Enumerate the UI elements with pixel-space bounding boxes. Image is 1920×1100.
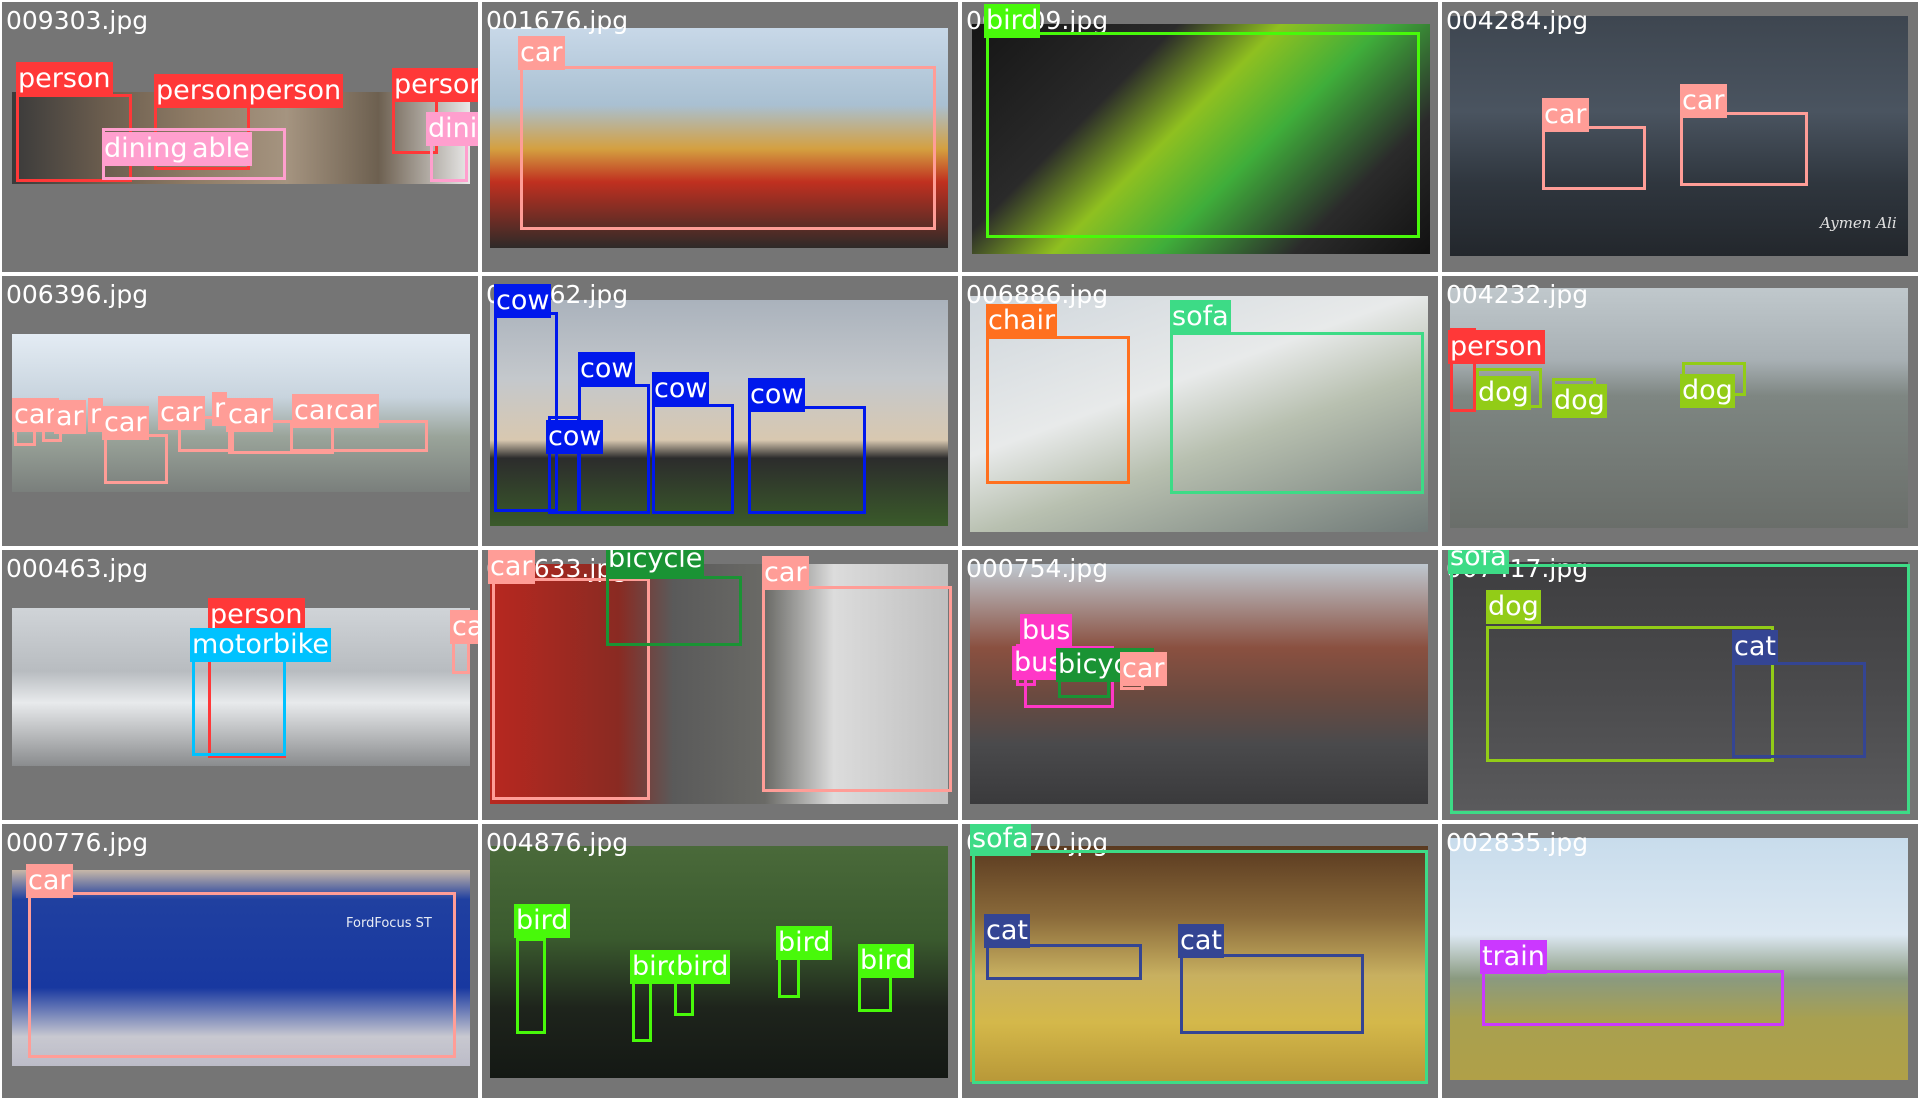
detection-label: car [26,864,73,898]
detection-box [986,944,1142,980]
detection-label: motorbike [190,628,331,662]
detection-label: car [158,396,205,430]
detection-label: bicycle [606,550,705,576]
detection-box [1486,626,1774,762]
detection-label: able [190,132,252,166]
detection-label: cow [748,378,806,412]
detection-label: car [332,394,379,428]
tile-filename: 000463.jpg [6,554,149,583]
tile-filename: 001676.jpg [486,6,629,35]
detection-label: bird [858,944,915,978]
detection-label: dog [1680,374,1735,408]
detection-label: car [102,406,149,440]
tile-002862: 002862.jpg cow cow cow cow cow [482,276,958,546]
detection-label: train [1480,940,1547,974]
detection-label: ar [54,400,86,434]
tile-filename: 004876.jpg [486,828,629,857]
detection-label: diningtable [426,112,478,146]
tile-filename: 004284.jpg [1446,6,1589,35]
detection-box [652,404,734,514]
detection-label: person [392,68,478,102]
detection-label: cat [984,914,1030,948]
detection-label: car [12,398,59,432]
detection-label: car [488,550,535,584]
detection-label: dog [1552,384,1607,418]
detection-box [520,66,936,230]
detection-label: cow [494,284,552,318]
detection-label: r [212,392,228,426]
tile-006396: 006396.jpg car ar r car car r car car ca… [2,276,478,546]
tile-004284: 004284.jpg car car Aymen Ali [1442,2,1918,272]
detection-box [1170,332,1424,494]
tile-002835: 002835.jpg train [1442,824,1918,1098]
detection-label: bird [674,950,731,984]
tile-000754: 000754.jpg bus bus bicycle car [962,550,1438,820]
tile-filename: 002835.jpg [1446,828,1589,857]
detection-label: sofa [1448,550,1509,574]
detection-label: person [16,62,113,96]
detection-label: car [226,398,273,432]
detection-box [1542,126,1646,190]
detection-box [1732,662,1866,758]
detection-label: personperson [154,74,344,108]
tile-006886: 006886.jpg chair sofa [962,276,1438,546]
detection-label: cow [578,352,636,386]
detection-label: car [1542,98,1589,132]
detection-label: bird [514,904,571,938]
detection-label: car [1120,652,1167,686]
tile-009303: 009303.jpg person personperson person di… [2,2,478,272]
tile-000463: 000463.jpg person motorbike car [2,550,478,820]
tile-filename: 000776.jpg [6,828,149,857]
tile-filename: 009303.jpg [6,6,149,35]
detection-label: car [518,36,565,70]
tile-004232: 004232.jpg person dog dog dog [1442,276,1918,546]
tile-filename: 004232.jpg [1446,280,1589,309]
detection-box [516,938,546,1034]
detection-box [986,32,1420,238]
detection-label: car [762,556,809,590]
detection-label: dining [102,132,190,166]
detection-label: dog [1486,590,1541,624]
detection-box [28,892,456,1058]
detection-label: chair [986,304,1058,338]
detection-label: cow [546,420,604,454]
tile-001676: 001676.jpg car [482,2,958,272]
detection-box [1680,112,1808,186]
tile-007417: 007417.jpg sofa dog cat [1442,550,1918,820]
detection-label: sofa [970,824,1031,856]
detection-box [192,646,286,756]
detection-label: bus [1020,614,1073,648]
detection-box [748,406,866,514]
detection-box [1180,954,1364,1034]
tile-002870: 002870.jpg sofa cat cat [962,824,1438,1098]
detection-box [606,576,742,646]
tile-008209: 008209.jpg bird [962,2,1438,272]
detection-label: person [1448,330,1545,364]
detection-label: car [450,610,478,644]
detection-label: dog [1476,376,1531,410]
tile-002633: 002633.jpg car bicycle car [482,550,958,820]
detection-label: cow [652,372,710,406]
tile-filename: 000754.jpg [966,554,1109,583]
detection-label: person [208,598,305,632]
detection-label: cat [1178,924,1224,958]
detection-box [1482,970,1784,1026]
detection-label: sofa [1170,300,1231,334]
detection-label: bird [776,926,833,960]
detection-label: r [88,398,104,432]
detection-label: car [1680,84,1727,118]
detection-box [986,336,1130,484]
detection-box [762,586,952,792]
detection-label: bird [984,4,1041,38]
tile-004876: 004876.jpg bird bird bird bird bird [482,824,958,1098]
detection-box [104,434,168,484]
tile-000776: 000776.jpg car FordFocus ST [2,824,478,1098]
photo-signature: Aymen Ali [1820,214,1897,232]
tile-filename: 006396.jpg [6,280,149,309]
detection-label: cat [1732,630,1778,664]
